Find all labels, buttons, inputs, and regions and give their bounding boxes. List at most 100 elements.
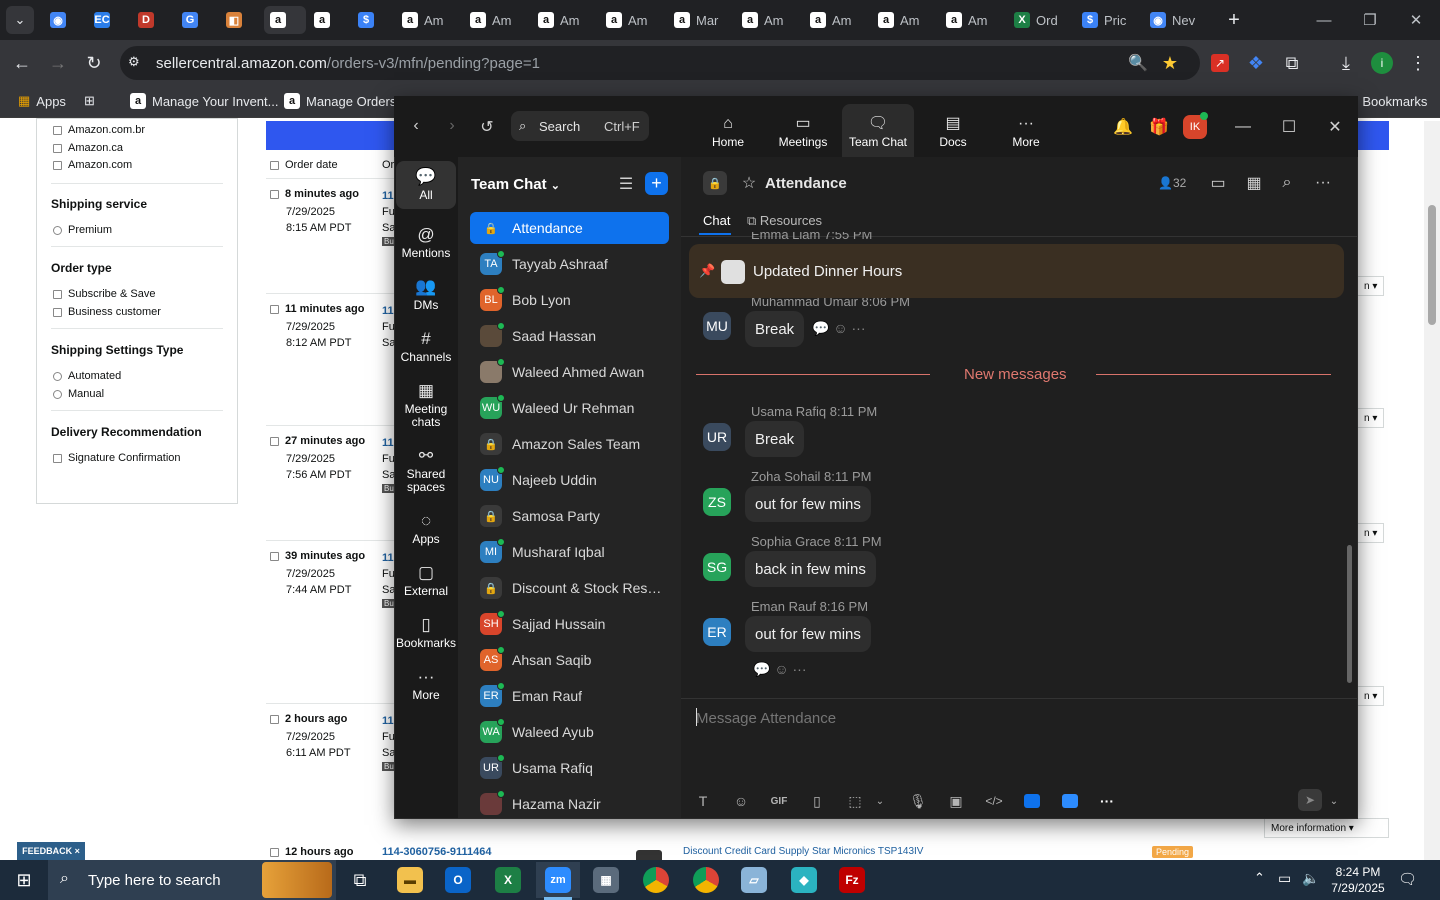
code-snippet-button[interactable]: </> [984, 792, 1004, 810]
filter-automated[interactable]: Automated [53, 370, 121, 382]
tray-chevron-icon[interactable]: ⌃ [1254, 870, 1265, 886]
zoom-close-button[interactable]: ✕ [1324, 116, 1346, 138]
chat-list-item[interactable]: SH Sajjad Hussain [470, 608, 669, 640]
chat-list-item[interactable]: TA Tayyab Ashraaf [470, 248, 669, 280]
chat-list-item[interactable]: WU Waleed Ur Rehman [470, 392, 669, 424]
notifications-button[interactable]: 🔔 [1112, 116, 1134, 138]
rail-dms[interactable]: 👥 DMs [396, 271, 456, 315]
chat-list-item[interactable]: 🔒 Amazon Sales Team [470, 428, 669, 460]
filter-marketplace-com[interactable]: Amazon.com [53, 159, 132, 171]
whats-new-button[interactable]: 🎁 [1148, 116, 1170, 138]
order-select-checkbox[interactable]: 8 minutes ago [270, 188, 359, 200]
volume-icon[interactable]: 🔈 [1302, 870, 1319, 887]
downloads-button[interactable]: ⤓ [1332, 49, 1360, 77]
members-button[interactable]: 👤32 [1158, 176, 1186, 190]
zoom-history-button[interactable]: ↺ [476, 116, 498, 138]
more-info-button-2[interactable]: n ▾ [1357, 408, 1385, 428]
more-info-button-3[interactable]: n ▾ [1357, 523, 1385, 543]
browser-tab[interactable]: a Am [464, 6, 530, 34]
filter-signature-confirmation[interactable]: Signature Confirmation [53, 452, 181, 464]
order-id-link[interactable]: 11 [382, 550, 394, 566]
rail-mentions[interactable]: @ Mentions [396, 219, 456, 263]
rail-more[interactable]: ··· More [396, 661, 456, 705]
chat-list-title[interactable]: Team Chat ⌄ [471, 176, 560, 193]
filter-marketplace-br[interactable]: Amazon.com.br [53, 124, 145, 136]
order-id-link[interactable]: 11 [382, 435, 394, 451]
emoji-button[interactable]: ☺ [731, 792, 751, 810]
taskbar-app-diamond[interactable]: ◆ [782, 862, 826, 898]
video-message-button[interactable]: ▣ [946, 792, 966, 810]
notification-center-icon[interactable]: 🗨 [1398, 870, 1417, 888]
more-info-button-1[interactable]: n ▾ [1357, 276, 1385, 296]
avatar[interactable]: SG [703, 553, 731, 581]
message-bubble[interactable]: Break [745, 311, 805, 347]
message-bubble[interactable]: out for few mins [745, 616, 871, 652]
extension-button-2[interactable]: ❖ [1242, 49, 1270, 77]
restore-button[interactable]: ❐ [1350, 8, 1390, 32]
bookmark-manage-orders[interactable]: a Manage Orders [284, 91, 396, 111]
browser-menu-button[interactable]: ⋮ [1404, 49, 1432, 77]
browser-tab[interactable]: a Am [600, 6, 666, 34]
browser-tab[interactable]: a [308, 6, 350, 34]
site-info-icon[interactable]: ⚙ [128, 54, 144, 70]
star-channel-button[interactable]: ☆ [739, 173, 759, 193]
app-button-1[interactable] [1022, 792, 1042, 810]
system-clock[interactable]: 8:24 PM 7/29/2025 [1329, 864, 1387, 896]
browser-tab[interactable]: G [176, 6, 218, 34]
message-bubble[interactable]: back in few mins [745, 551, 876, 587]
order-id-link[interactable]: 11 [382, 188, 394, 204]
chat-list-item[interactable]: 🔒 Discount & Stock Reser... [470, 572, 669, 604]
zoom-minimize-button[interactable]: — [1232, 116, 1254, 138]
chat-list-item[interactable]: MI Musharaf Iqbal [470, 536, 669, 568]
browser-tab[interactable]: a Am [736, 6, 802, 34]
browser-tab[interactable]: D [132, 6, 174, 34]
taskbar-zoom[interactable]: zm [536, 862, 580, 898]
more-information-button[interactable]: More information ▾ [1264, 818, 1389, 838]
screenshot-options-button[interactable]: ⌄ [870, 792, 890, 810]
chat-list-item[interactable]: 🔒 Attendance [470, 212, 669, 244]
avatar[interactable]: ZS [703, 488, 731, 516]
minimize-button[interactable]: — [1304, 8, 1344, 32]
message-actions[interactable]: 💬 ☺ ··· [812, 320, 866, 337]
tab-resources[interactable]: ⧉ Resources [747, 213, 822, 229]
task-view-button[interactable]: ⧉ [338, 862, 382, 898]
start-meeting-button[interactable]: ▭ [1208, 173, 1228, 193]
browser-tab[interactable]: $ [352, 6, 394, 34]
order-select-checkbox[interactable]: 11 minutes ago [270, 303, 364, 315]
composer-more-button[interactable]: ··· [1097, 792, 1117, 810]
rail-all[interactable]: 💬 All [396, 161, 456, 209]
chat-scrollbar-thumb[interactable] [1347, 545, 1352, 683]
nav-meetings[interactable]: ▭ Meetings [767, 113, 839, 153]
reload-button[interactable]: ↻ [80, 49, 108, 77]
browser-tab[interactable]: ◉ [44, 6, 86, 34]
chat-list-item[interactable]: NU Najeeb Uddin [470, 464, 669, 496]
chat-list-item[interactable]: 🔒 Samosa Party [470, 500, 669, 532]
more-info-button-4[interactable]: n ▾ [1357, 686, 1385, 706]
browser-tab[interactable]: ◧ [220, 6, 262, 34]
chat-list-item[interactable]: Hazama Nazir [470, 788, 669, 820]
new-tab-button[interactable]: + [1222, 8, 1246, 32]
back-button[interactable]: ← [8, 49, 36, 77]
taskbar-chrome-2[interactable] [684, 862, 728, 898]
taskbar-app-notes[interactable]: ▱ [732, 862, 776, 898]
browser-tab[interactable]: a Am [940, 6, 1006, 34]
bookmark-apps[interactable]: ▦ Apps [18, 91, 66, 111]
chat-list-item[interactable]: Waleed Ahmed Awan [470, 356, 669, 388]
browser-tab[interactable]: $ Pric [1076, 6, 1142, 34]
app-button-2[interactable] [1060, 792, 1080, 810]
close-browser-button[interactable]: ✕ [1396, 8, 1436, 32]
browser-tab[interactable]: a Am [396, 6, 462, 34]
feedback-button[interactable]: FEEDBACK × [17, 842, 85, 860]
browser-tab[interactable]: X Ord [1008, 6, 1074, 34]
column-header-order-date[interactable]: Order date [270, 159, 338, 171]
order-select-checkbox[interactable]: 2 hours ago [270, 713, 347, 725]
filter-business-customer[interactable]: Business customer [53, 306, 161, 318]
channel-search-button[interactable]: ⌕ [1277, 173, 1297, 193]
rail-shared-spaces[interactable]: ⚯ Shared spaces [396, 440, 456, 494]
send-button[interactable]: ➤ [1298, 789, 1322, 811]
zoom-lens-button[interactable]: 🔍 [1124, 49, 1152, 77]
last-order-date[interactable]: 12 hours ago [270, 846, 353, 858]
taskbar-chrome-1[interactable] [634, 862, 678, 898]
last-order-id-link[interactable]: 114-3060756-9111464 [382, 846, 492, 858]
chat-list-item[interactable]: ER Eman Rauf [470, 680, 669, 712]
